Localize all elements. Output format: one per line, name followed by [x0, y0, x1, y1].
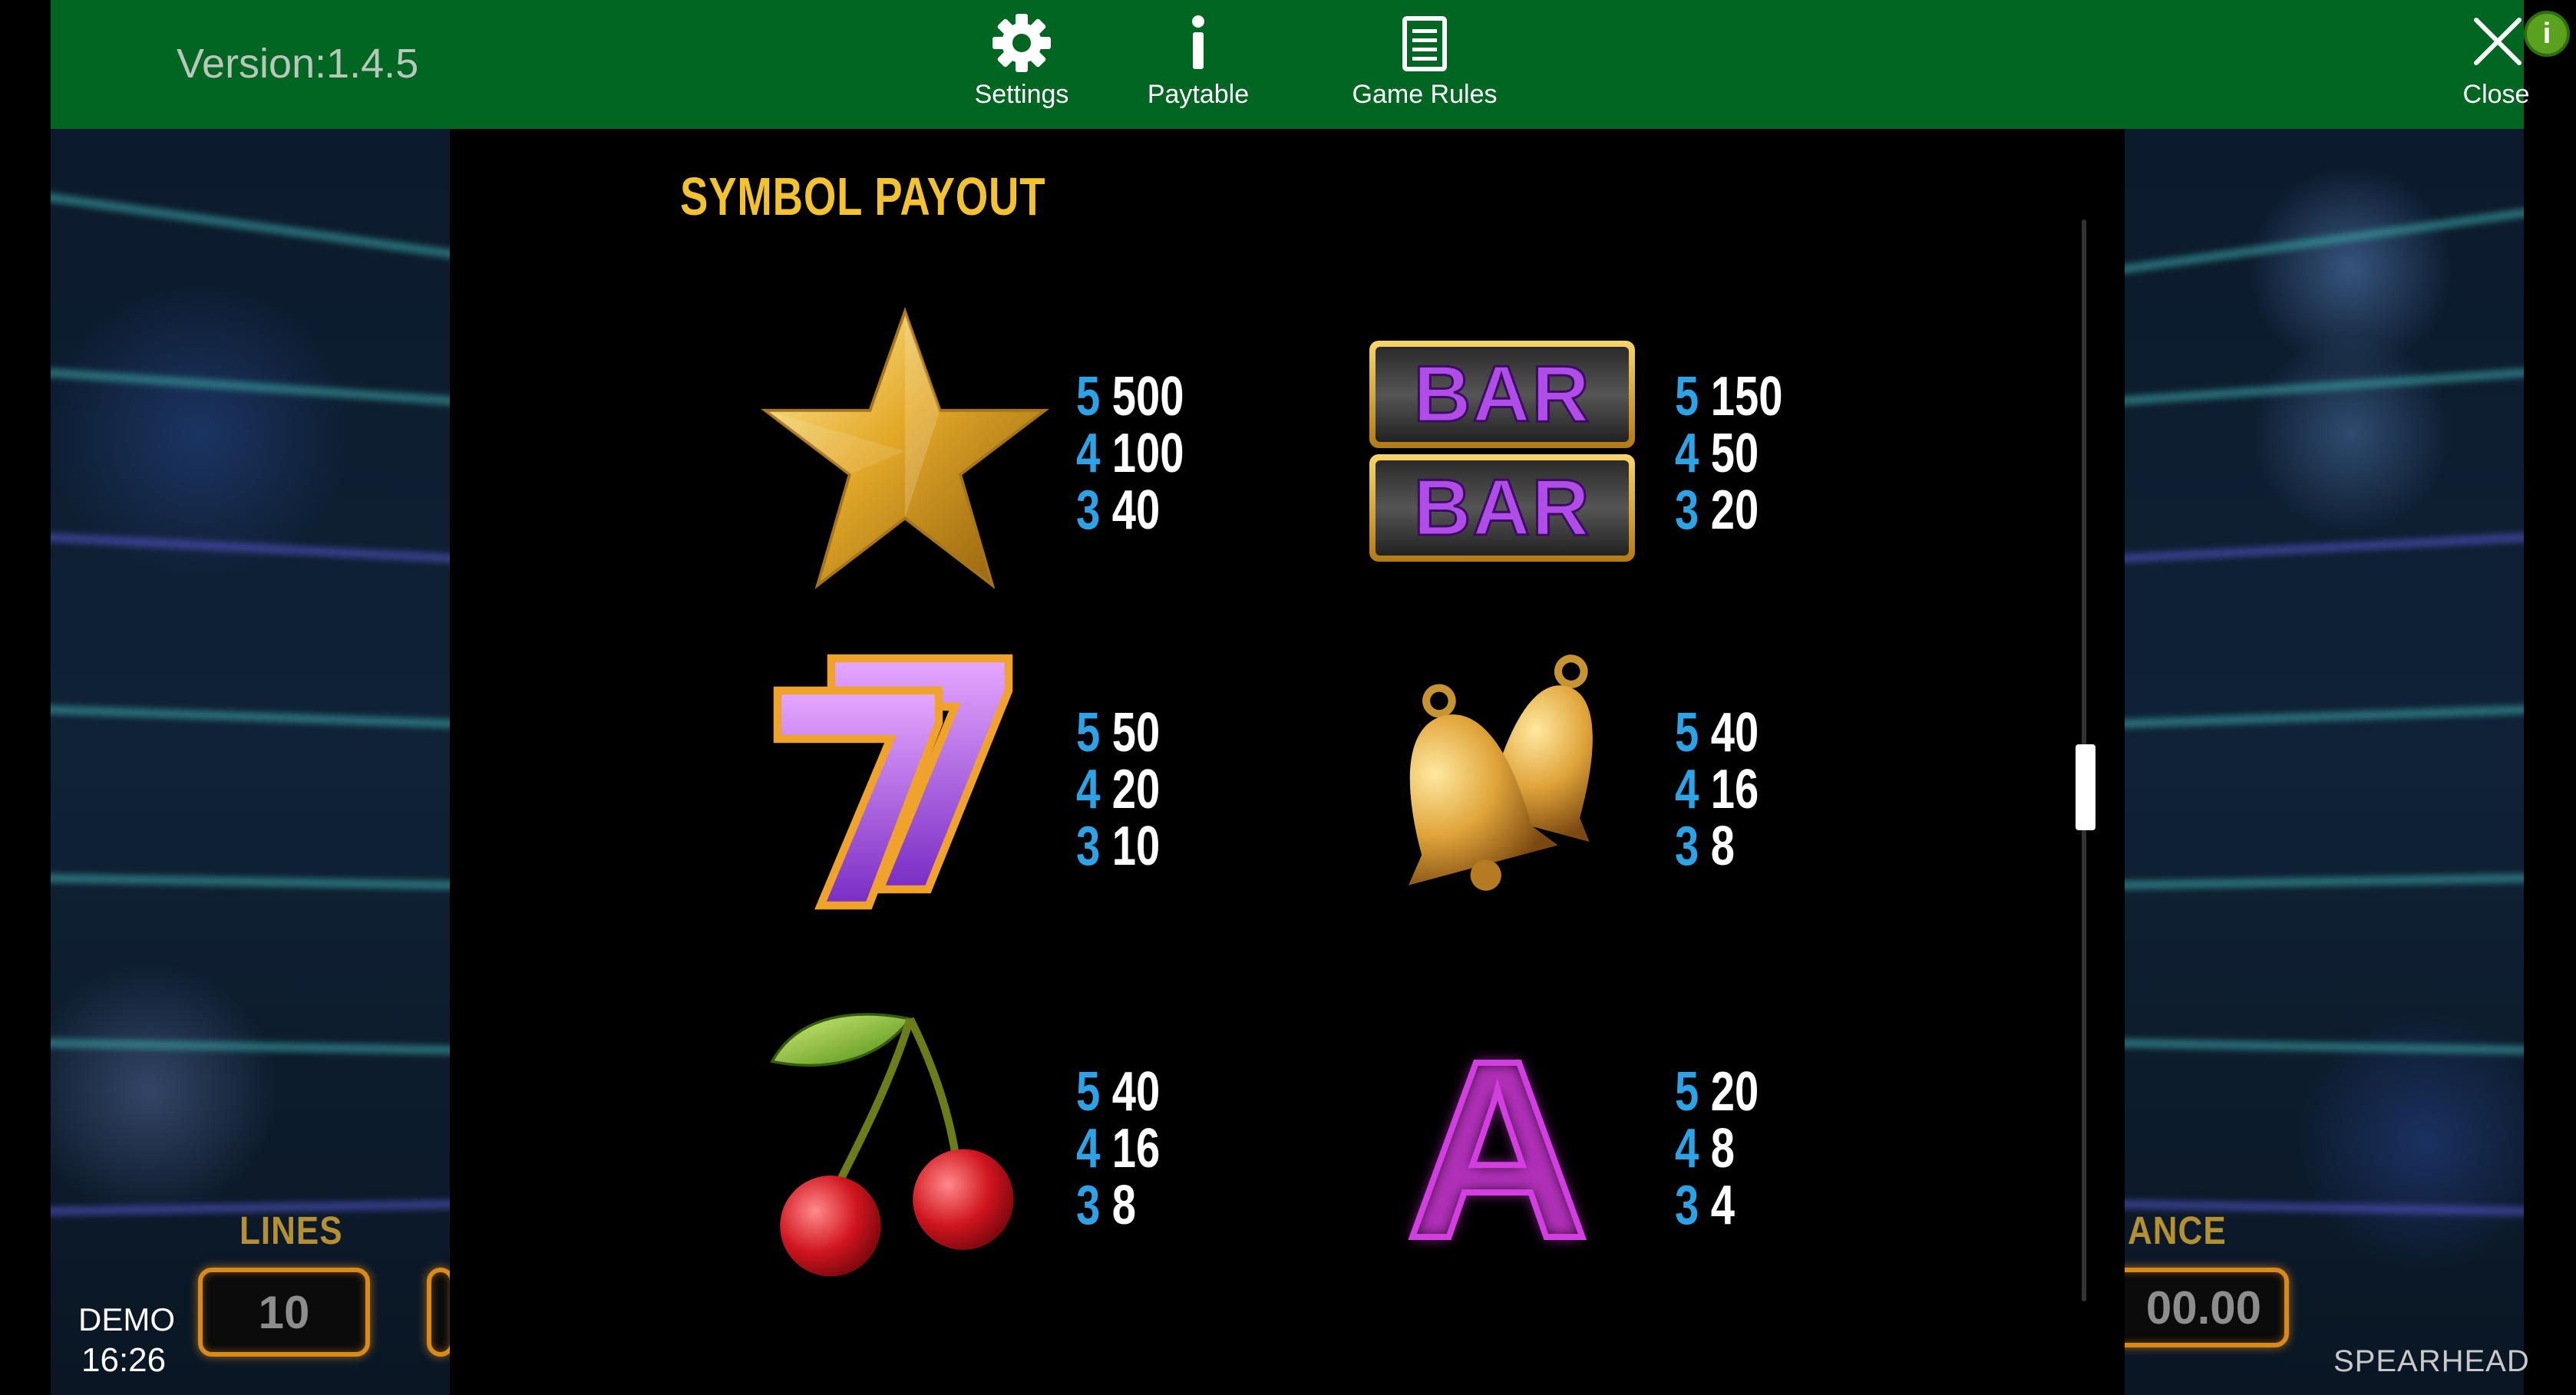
info-icon	[1192, 15, 1204, 69]
cherry-symbol-icon	[770, 1013, 1014, 1277]
payout-row: 3 10	[1076, 818, 1160, 875]
payout-value: 40	[1111, 1061, 1161, 1123]
scrollbar-thumb[interactable]	[2076, 744, 2095, 830]
letter-a-symbol: A	[1403, 1008, 1592, 1291]
double-bar-payouts: 5 150 4 50 3 20	[1675, 368, 1783, 539]
star-payouts: 5 500 4 100 3 40	[1076, 368, 1184, 539]
payout-count: 4	[1076, 759, 1101, 820]
close-label: Close	[2462, 80, 2530, 109]
header-bar: Version:1.4.5 Settings Paytable Game Rul…	[51, 0, 2529, 129]
close-icon	[2474, 18, 2522, 65]
payout-row: 34	[1675, 1177, 1759, 1234]
paytable-label: Paytable	[1147, 80, 1250, 109]
game-rules-label: Game Rules	[1352, 80, 1498, 109]
paytable-title: SYMBOL PAYOUT	[680, 167, 1046, 226]
balance-label: ANCE	[2128, 1209, 2227, 1253]
payout-count: 5	[1076, 366, 1101, 427]
payout-count: 4	[1675, 423, 1699, 484]
payout-row: 5 40	[1076, 1064, 1160, 1120]
payout-count: 4	[1675, 759, 1699, 820]
star-symbol-icon	[760, 306, 1050, 589]
document-icon	[1402, 16, 1447, 71]
payout-value: 8	[1111, 1175, 1137, 1236]
payout-row: 5 50	[1076, 704, 1160, 761]
payout-value: 4	[1710, 1175, 1735, 1236]
clock: 16:26	[81, 1341, 167, 1379]
payout-row: 4 20	[1076, 761, 1160, 818]
bar-label: BAR	[1376, 460, 1629, 556]
payout-value: 20	[1710, 480, 1759, 541]
payout-value: 50	[1111, 702, 1161, 763]
payout-count: 5	[1076, 702, 1101, 763]
payout-count: 4	[1076, 423, 1101, 484]
payout-count: 4	[1076, 1118, 1101, 1179]
payout-count: 5	[1675, 1061, 1699, 1123]
gear-icon	[992, 14, 1051, 72]
payout-count: 3	[1076, 1175, 1101, 1236]
version-label: Version:1.4.5	[177, 41, 419, 87]
bar-label: BAR	[1376, 347, 1629, 442]
payout-value: 500	[1111, 366, 1184, 427]
game-background-right	[2125, 129, 2524, 1395]
mode-label: DEMO	[78, 1301, 175, 1337]
payout-count: 3	[1675, 816, 1699, 877]
payout-value: 40	[1710, 702, 1759, 763]
payout-value: 20	[1710, 1061, 1759, 1123]
payout-row: 4 16	[1675, 761, 1759, 818]
payout-row: 5 20	[1675, 1064, 1759, 1120]
bell-payouts: 5 40 4 16 38	[1675, 704, 1759, 875]
payout-count: 5	[1675, 702, 1699, 763]
payout-value: 40	[1111, 480, 1161, 541]
payout-row: 3 40	[1076, 482, 1184, 539]
bar-tile: BAR	[1369, 341, 1635, 448]
cherry-payouts: 5 40 4 16 38	[1076, 1064, 1160, 1234]
payout-value: 16	[1111, 1118, 1161, 1179]
brand-logo: SPEARHEAD	[2333, 1344, 2530, 1378]
payout-count: 5	[1076, 1061, 1101, 1123]
payout-value: 150	[1710, 366, 1783, 427]
game-background-left	[51, 129, 450, 1395]
payout-row: 5 500	[1076, 368, 1184, 425]
paytable-panel: SYMBOL PAYOUT 5 500 4 100 3 40 BAR BAR 5 150…	[450, 129, 2125, 1395]
payout-count: 5	[1675, 366, 1699, 427]
seven-payouts: 5 50 4 20 3 10	[1076, 704, 1160, 875]
payout-row: 5 150	[1675, 368, 1783, 425]
payout-row: 4 50	[1675, 425, 1783, 482]
bell-symbol-icon	[1408, 655, 1593, 891]
payout-row: 4 100	[1076, 425, 1184, 482]
payout-row: 38	[1675, 818, 1759, 875]
payout-count: 4	[1675, 1118, 1699, 1179]
payout-row: 5 40	[1675, 704, 1759, 761]
double-bar-symbol: BAR BAR	[1369, 341, 1635, 563]
lines-value-box[interactable]: 10	[198, 1268, 370, 1357]
payout-count: 3	[1675, 1175, 1699, 1236]
bar-tile: BAR	[1369, 454, 1635, 562]
info-badge-icon[interactable]: i	[2524, 11, 2570, 57]
seven-symbol-icon	[773, 654, 1013, 910]
payout-value: 20	[1111, 759, 1161, 820]
letter-a-payouts: 5 20 48 34	[1675, 1064, 1759, 1234]
payout-row: 48	[1675, 1120, 1759, 1177]
payout-value: 50	[1710, 423, 1759, 484]
lines-label: LINES	[239, 1209, 343, 1253]
game-rules-button[interactable]: Game Rules	[1294, 11, 1555, 110]
payout-value: 100	[1111, 423, 1184, 484]
payout-row: 4 16	[1076, 1120, 1160, 1177]
payout-row: 38	[1076, 1177, 1160, 1234]
payout-row: 3 20	[1675, 482, 1783, 539]
payout-value: 10	[1111, 816, 1161, 877]
payout-value: 8	[1710, 816, 1735, 877]
payout-count: 3	[1076, 816, 1101, 877]
settings-button[interactable]: Settings	[964, 11, 1079, 110]
settings-label: Settings	[974, 80, 1069, 109]
payout-value: 16	[1710, 759, 1759, 820]
paytable-button[interactable]: Paytable	[1141, 11, 1256, 110]
payout-count: 3	[1076, 480, 1101, 541]
payout-count: 3	[1675, 480, 1699, 541]
payout-value: 8	[1710, 1118, 1735, 1179]
